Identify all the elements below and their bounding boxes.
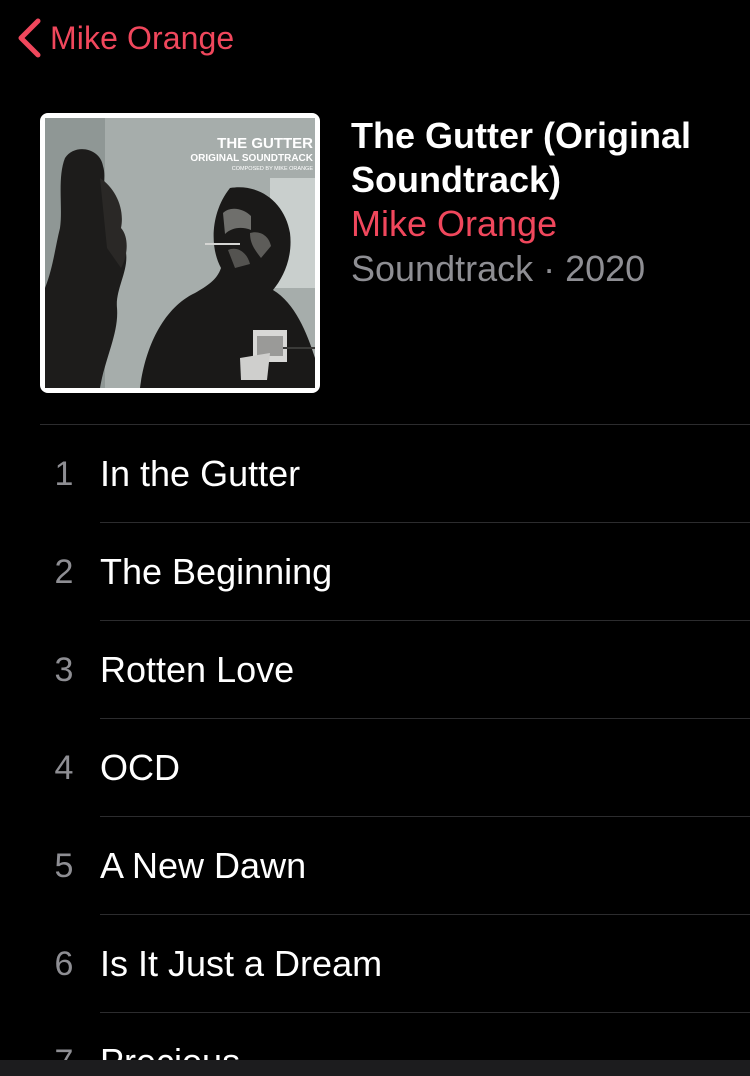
track-title: Is It Just a Dream [100, 943, 383, 984]
album-info: The Gutter (Original Soundtrack) Mike Or… [351, 114, 741, 292]
track-row[interactable]: 1 In the Gutter [0, 425, 750, 523]
back-button-label: Mike Orange [50, 19, 235, 56]
track-title: In the Gutter [100, 453, 301, 494]
album-meta: Soundtrack · 2020 [351, 246, 741, 292]
chevron-left-icon [18, 18, 41, 58]
track-number: 6 [54, 944, 74, 983]
album-artwork[interactable]: THE GUTTER ORIGINAL SOUNDTRACK COMPOSED … [40, 113, 320, 393]
track-row[interactable]: 3 Rotten Love [0, 621, 750, 719]
track-number: 1 [54, 454, 74, 493]
track-title: A New Dawn [100, 845, 307, 886]
track-list: 1 In the Gutter 2 The Beginning 3 Rotten… [0, 425, 750, 1076]
cover-credit-text: COMPOSED BY MIKE ORANGE [232, 166, 314, 172]
track-row[interactable]: 2 The Beginning [0, 523, 750, 621]
album-artist-link[interactable]: Mike Orange [351, 202, 741, 246]
mini-player-edge[interactable] [0, 1060, 750, 1076]
track-row[interactable]: 4 OCD [0, 719, 750, 817]
track-title: The Beginning [100, 551, 333, 592]
track-number: 5 [54, 846, 74, 885]
album-title: The Gutter (Original Soundtrack) [351, 115, 692, 200]
cover-subtitle-text: ORIGINAL SOUNDTRACK [190, 153, 313, 164]
track-number: 4 [54, 748, 74, 787]
album-screen: Mike Orange THE GUTTER ORIGINAL SOUNDTRA… [0, 0, 750, 1076]
track-title: OCD [100, 747, 180, 788]
track-row[interactable]: 6 Is It Just a Dream [0, 915, 750, 1013]
track-number: 3 [54, 650, 74, 689]
album-cover-image: THE GUTTER ORIGINAL SOUNDTRACK COMPOSED … [45, 118, 315, 388]
album-genre: Soundtrack [351, 248, 534, 289]
track-number: 2 [54, 552, 74, 591]
track-title: Rotten Love [100, 649, 295, 690]
back-button[interactable]: Mike Orange [14, 14, 234, 62]
meta-separator: · [543, 248, 556, 289]
cover-title-text: THE GUTTER [217, 135, 313, 152]
track-row[interactable]: 5 A New Dawn [0, 817, 750, 915]
album-year: 2020 [565, 248, 646, 289]
